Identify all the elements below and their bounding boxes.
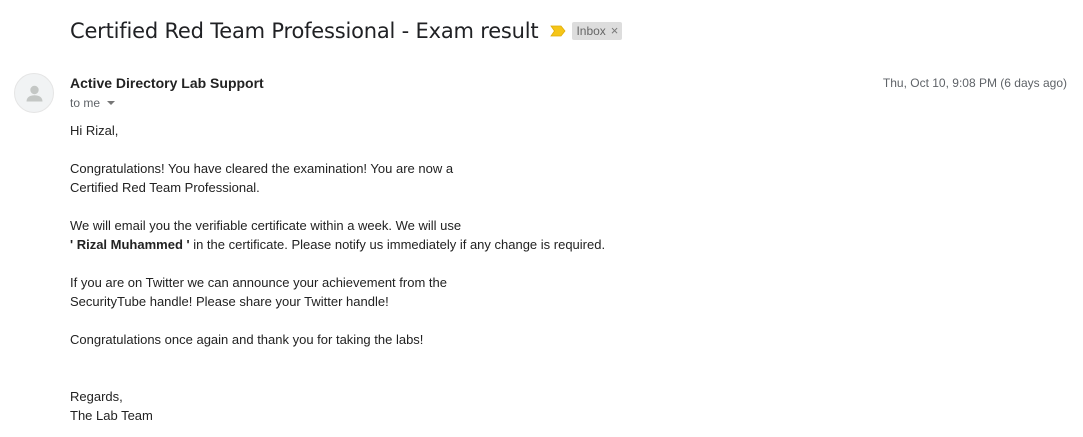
body-closing: Regards, [70, 389, 123, 404]
recipient-details[interactable]: to me [70, 96, 116, 110]
body-greeting: Hi Rizal, [70, 123, 119, 138]
body-line: Certified Red Team Professional. [70, 180, 260, 195]
body-line: Congratulations once again and thank you… [70, 332, 424, 347]
email-subject: Certified Red Team Professional - Exam r… [70, 19, 539, 43]
body-signature: The Lab Team [70, 408, 153, 423]
label-chip-inbox[interactable]: Inbox × [572, 22, 623, 40]
body-line: We will email you the verifiable certifi… [70, 218, 462, 233]
subject-row: Certified Red Team Professional - Exam r… [70, 16, 623, 46]
email-body: Hi Rizal, Congratulations! You have clea… [70, 121, 1060, 425]
sender-avatar[interactable] [14, 73, 54, 113]
body-line: If you are on Twitter we can announce yo… [70, 275, 447, 290]
chevron-down-icon[interactable] [107, 101, 116, 105]
body-line-rest: in the certificate. Please notify us imm… [189, 237, 606, 252]
certificate-name: ' Rizal Muhammed ' [70, 237, 190, 252]
sender-name[interactable]: Active Directory Lab Support [70, 75, 264, 91]
body-line: SecurityTube handle! Please share your T… [70, 294, 389, 309]
remove-label-icon[interactable]: × [611, 22, 619, 40]
default-avatar-icon [26, 85, 43, 102]
recipient-text: to me [70, 96, 101, 110]
label-chip-text: Inbox [576, 24, 606, 38]
importance-marker-icon[interactable] [550, 25, 566, 37]
body-line: ' Rizal Muhammed ' in the certificate. P… [70, 235, 1060, 254]
email-date: Thu, Oct 10, 9:08 PM (6 days ago) [882, 76, 1067, 90]
body-line: Congratulations! You have cleared the ex… [70, 161, 454, 176]
